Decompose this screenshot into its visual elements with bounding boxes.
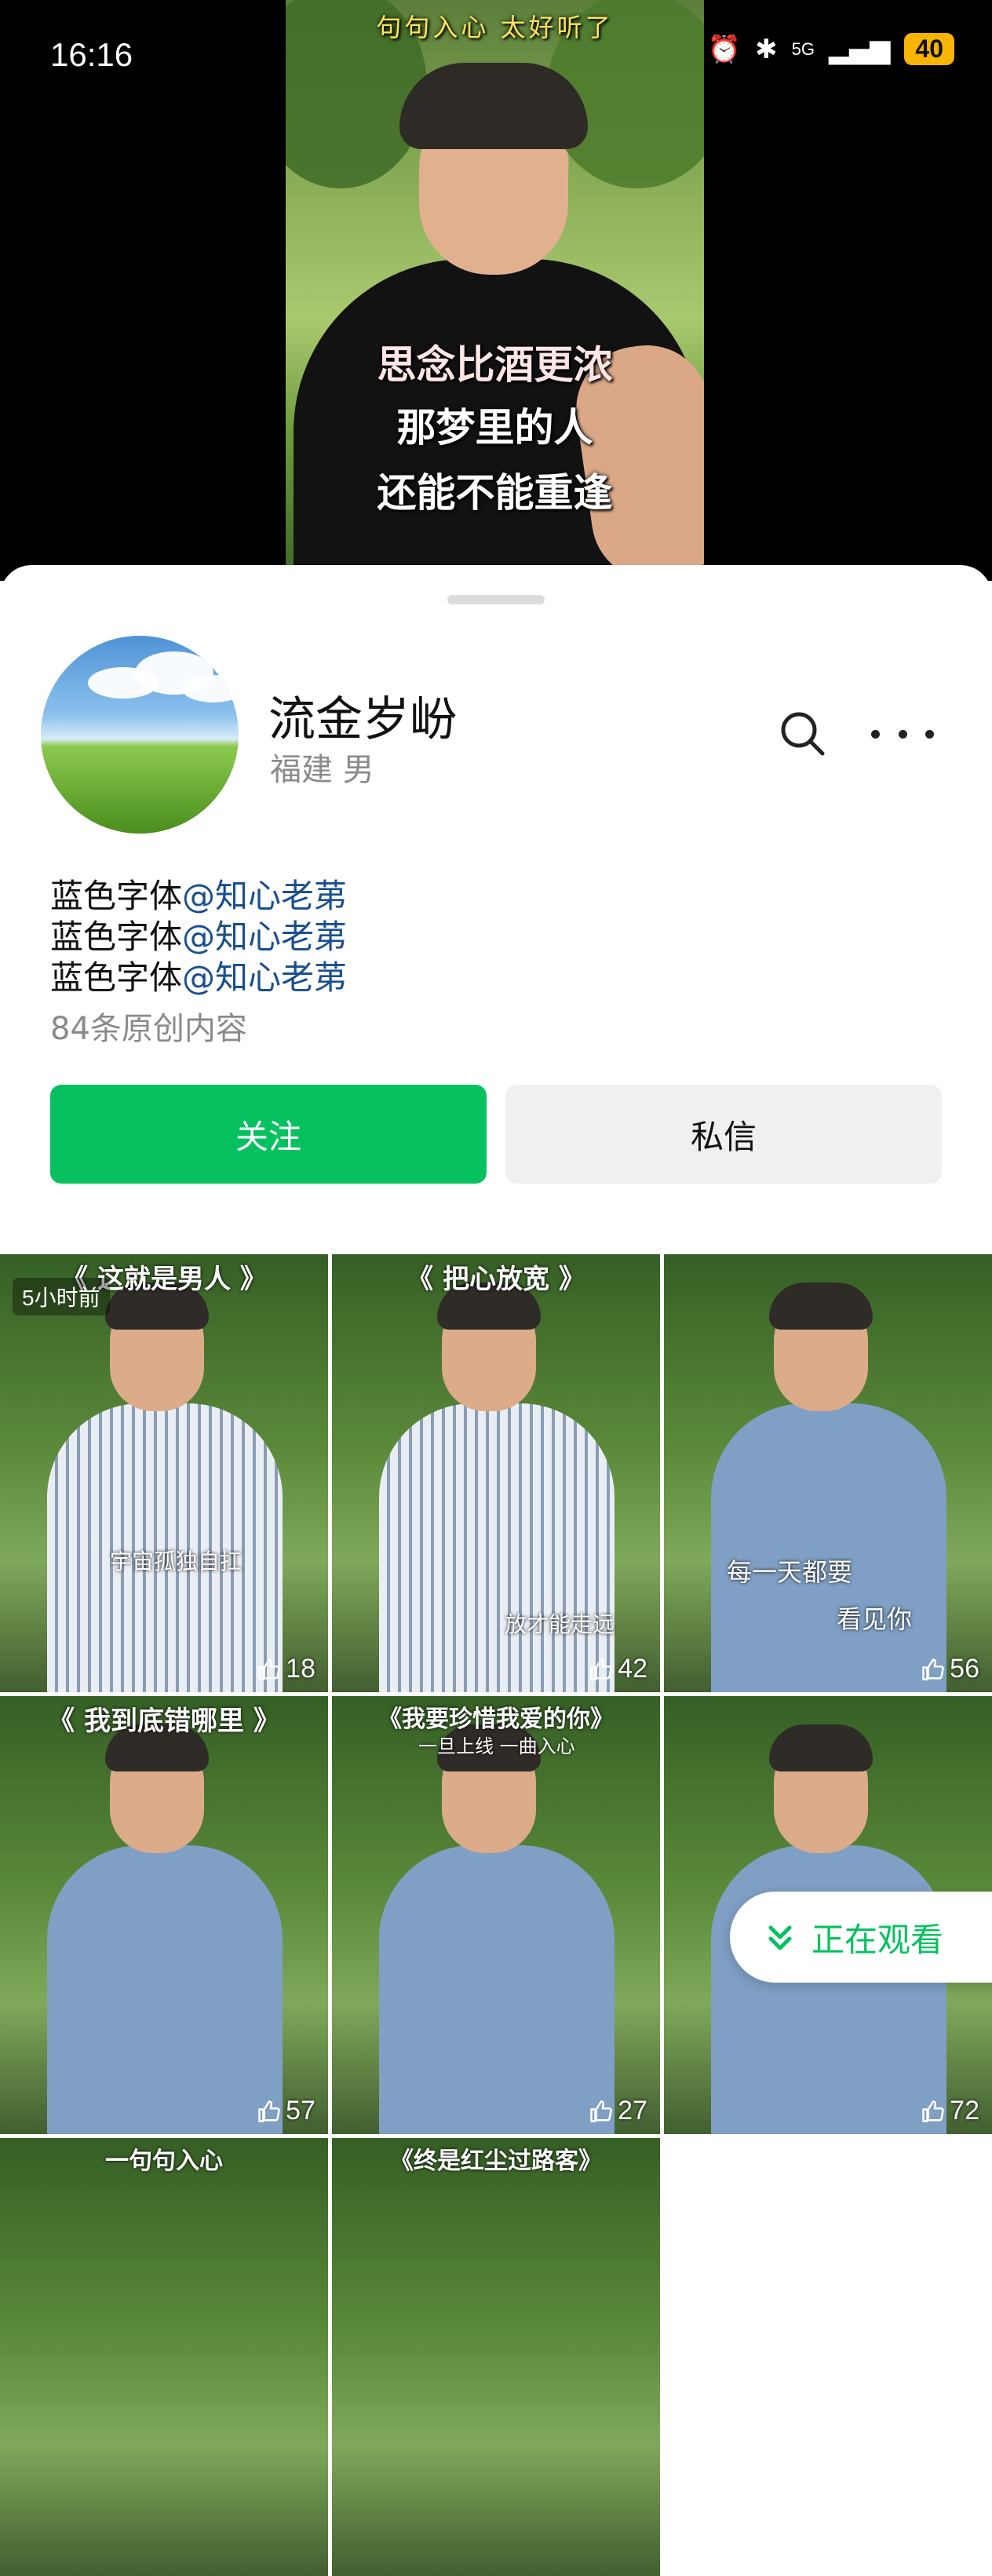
thumb-up-icon	[590, 2100, 612, 2122]
like-count: 56	[921, 1654, 979, 1684]
video-preview[interactable]: 句句入心 太好听了 思念比酒更浓 那梦里的人 还能不能重逢 16:16 ⏰ ✱ …	[0, 0, 992, 581]
now-watching-button[interactable]: 正在观看	[730, 1892, 992, 1983]
post-tile[interactable]: 每一天都要 看见你 56	[664, 1254, 992, 1692]
video-caption-top: 句句入心 太好听了	[376, 13, 614, 42]
mention-link[interactable]: @知心老苐	[182, 877, 347, 915]
post-grid: 《 这就是男人 》 5小时前 宇宙孤独自扛 18 《 把心放宽 》 放才能走远 …	[0, 1254, 992, 2576]
double-chevron-down-icon	[768, 1925, 792, 1950]
post-tile[interactable]: 《 把心放宽 》 放才能走远 42	[332, 1254, 660, 1692]
bio-line: 蓝色字体@知心老苐	[50, 958, 348, 997]
like-count: 42	[589, 1654, 647, 1684]
thumb-up-icon	[258, 2100, 280, 2122]
signal-icon: ▂▄▆	[828, 33, 891, 65]
time-badge: 5小时前	[13, 1278, 110, 1315]
thumb-up-icon	[922, 2100, 944, 2122]
video-lyric-line: 那梦里的人	[396, 405, 593, 451]
status-icons: ⏰ ✱ 5G ▂▄▆ 40	[708, 33, 954, 65]
avatar[interactable]	[41, 636, 239, 834]
search-button[interactable]	[775, 706, 830, 761]
mention-link[interactable]: @知心老苐	[182, 918, 347, 956]
follow-button[interactable]: 关注	[50, 1085, 487, 1184]
more-options-button[interactable]	[871, 706, 934, 761]
mention-link[interactable]: @知心老苐	[182, 958, 347, 997]
more-icon	[871, 729, 880, 739]
profile-name: 流金岁岎	[268, 692, 457, 747]
post-tile[interactable]: 一句句入心	[0, 2138, 328, 2576]
profile-sheet: 流金岁岎 福建 男 蓝色字体@知心老苐 蓝色字体@知心老苐 蓝色字体@知心老苐 …	[0, 565, 992, 1256]
message-button[interactable]: 私信	[505, 1085, 942, 1184]
now-watching-label: 正在观看	[811, 1920, 944, 1959]
post-tile[interactable]: 《 我到底错哪里 》 57	[0, 1696, 328, 2134]
post-tile[interactable]: 《我要珍惜我爱的你》 一旦上线 一曲入心 27	[332, 1696, 660, 2134]
network-label: 5G	[791, 38, 815, 59]
like-count: 57	[257, 2096, 315, 2126]
thumb-up-icon	[258, 1658, 280, 1680]
like-count: 72	[921, 2096, 979, 2126]
video-lyric-line: 还能不能重逢	[377, 470, 613, 516]
post-tile[interactable]: 《 这就是男人 》 5小时前 宇宙孤独自扛 18	[0, 1254, 328, 1692]
thumb-up-icon	[590, 1658, 612, 1680]
drag-handle[interactable]	[447, 595, 545, 604]
battery-indicator: 40	[904, 33, 954, 65]
original-content-count[interactable]: 84条原创内容	[50, 1003, 247, 1049]
thumb-up-icon	[922, 1658, 944, 1680]
post-tile[interactable]: 《终是红尘过路客》	[332, 2138, 660, 2576]
bluetooth-icon: ✱	[755, 33, 778, 65]
like-count: 18	[257, 1654, 315, 1684]
like-count: 27	[589, 2096, 647, 2126]
status-time: 16:16	[50, 36, 133, 73]
search-icon	[781, 712, 825, 756]
video-lyric-line: 思念比酒更浓	[377, 342, 613, 388]
alarm-icon: ⏰	[707, 33, 742, 65]
post-tile-empty	[664, 2138, 992, 2576]
profile-location: 福建 男	[270, 752, 374, 788]
